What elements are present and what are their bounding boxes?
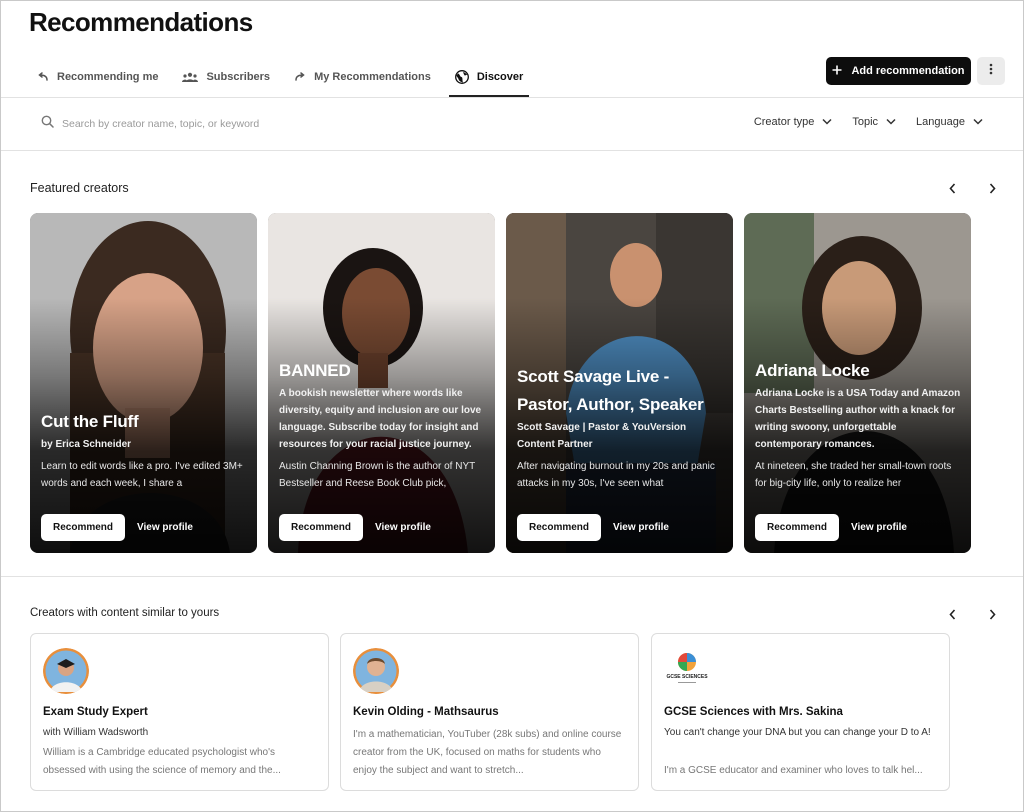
filter-label: Topic xyxy=(852,116,879,128)
add-recommendation-button[interactable]: Add recommendation xyxy=(826,57,971,85)
tab-label: Discover xyxy=(476,71,524,83)
featured-carousel-nav xyxy=(946,182,998,194)
gcse-logo: GCSE SCIENCES xyxy=(664,648,710,694)
recommend-button[interactable]: Recommend xyxy=(41,514,125,541)
view-profile-link[interactable]: View profile xyxy=(613,522,669,533)
filter-creator-type[interactable]: Creator type xyxy=(754,116,833,128)
creator-name: Kevin Olding - Mathsaurus xyxy=(353,706,499,718)
creator-name: BANNED xyxy=(279,361,351,380)
chevron-down-icon xyxy=(822,116,832,128)
featured-section-title: Featured creators xyxy=(30,181,129,195)
creator-card[interactable]: Exam Study Expert with William Wadsworth… xyxy=(30,633,329,791)
featured-card[interactable]: BANNED A bookish newsletter where words … xyxy=(268,213,495,553)
divider xyxy=(1,576,1023,577)
avatar xyxy=(353,648,399,694)
featured-card[interactable]: Cut the Fluff by Erica Schneider Learn t… xyxy=(30,213,257,553)
app-window: Recommendations Recommending me Subscrib… xyxy=(0,0,1024,812)
chevron-right-icon[interactable] xyxy=(986,608,998,620)
more-options-button[interactable] xyxy=(977,57,1005,85)
card-content: BANNED A bookish newsletter where words … xyxy=(279,357,485,492)
creator-description: Austin Channing Brown is the author of N… xyxy=(279,461,476,489)
tab-recommending-me[interactable]: Recommending me xyxy=(35,57,160,97)
view-profile-link[interactable]: View profile xyxy=(375,522,431,533)
creator-description: I'm a GCSE educator and examiner who lov… xyxy=(664,765,923,776)
creator-description: After navigating burnout in my 20s and p… xyxy=(517,461,715,489)
people-icon xyxy=(182,72,199,82)
creator-card[interactable]: Kevin Olding - Mathsaurus I'm a mathemat… xyxy=(340,633,639,791)
creator-subtitle: You can't change your DNA but you can ch… xyxy=(664,727,931,738)
creator-card[interactable]: GCSE SCIENCES GCSE Sciences with Mrs. Sa… xyxy=(651,633,950,791)
card-actions: Recommend View profile xyxy=(755,514,907,541)
chevron-down-icon xyxy=(973,116,983,128)
creator-name: GCSE Sciences with Mrs. Sakina xyxy=(664,706,843,718)
chevron-left-icon[interactable] xyxy=(946,182,958,194)
search-input[interactable] xyxy=(62,118,362,130)
creator-name: Cut the Fluff xyxy=(41,412,139,431)
creator-description: William is a Cambridge educated psycholo… xyxy=(43,747,281,776)
search-icon xyxy=(41,115,54,133)
view-profile-link[interactable]: View profile xyxy=(851,522,907,533)
recommend-button[interactable]: Recommend xyxy=(755,514,839,541)
creator-subtitle: by Erica Schneider xyxy=(41,439,132,450)
plus-icon xyxy=(832,65,842,78)
creator-subtitle: Adriana Locke is a USA Today and Amazon … xyxy=(755,388,961,450)
creator-description: I'm a mathematician, YouTuber (28k subs)… xyxy=(353,729,622,776)
card-actions: Recommend View profile xyxy=(41,514,193,541)
card-actions: Recommend View profile xyxy=(517,514,669,541)
tab-subscribers[interactable]: Subscribers xyxy=(180,57,272,97)
tab-label: Subscribers xyxy=(206,71,271,83)
divider xyxy=(1,150,1023,151)
arrow-forward-icon xyxy=(294,72,306,82)
card-overlay xyxy=(30,213,257,553)
search-bar xyxy=(41,115,362,133)
tab-my-recommendations[interactable]: My Recommendations xyxy=(292,57,433,97)
filter-label: Creator type xyxy=(753,116,815,128)
creator-subtitle: Scott Savage | Pastor & YouVersion Conte… xyxy=(517,422,687,450)
tab-discover[interactable]: Discover xyxy=(448,57,530,97)
filter-language[interactable]: Language xyxy=(916,116,983,128)
filter-bar: Creator type Topic Language xyxy=(754,116,983,128)
page-title: Recommendations xyxy=(29,7,253,37)
tab-bar: Recommending me Subscribers My Recommend… xyxy=(35,57,545,97)
card-actions: Recommend View profile xyxy=(279,514,431,541)
creator-description: Learn to edit words like a pro. I've edi… xyxy=(41,461,243,489)
avatar xyxy=(43,648,89,694)
card-content: Cut the Fluff by Erica Schneider Learn t… xyxy=(41,408,247,492)
chevron-down-icon xyxy=(886,116,896,128)
filter-topic[interactable]: Topic xyxy=(852,116,896,128)
creator-name: Exam Study Expert xyxy=(43,706,148,718)
filter-label: Language xyxy=(916,116,965,128)
arrow-return-icon xyxy=(37,72,49,82)
creator-subtitle: with William Wadsworth xyxy=(43,727,149,738)
featured-card[interactable]: Adriana Locke Adriana Locke is a USA Tod… xyxy=(744,213,971,553)
similar-section-title: Creators with content similar to yours xyxy=(30,607,220,619)
more-vertical-icon xyxy=(989,62,993,80)
creator-subtitle: A bookish newsletter where words like di… xyxy=(279,388,482,450)
creator-name: Scott Savage Live - Pastor, Author, Spea… xyxy=(517,367,704,414)
add-recommendation-label: Add recommendation xyxy=(851,65,965,77)
divider xyxy=(1,97,1023,98)
featured-card[interactable]: Scott Savage Live - Pastor, Author, Spea… xyxy=(506,213,733,553)
chevron-right-icon[interactable] xyxy=(986,182,998,194)
recommend-button[interactable]: Recommend xyxy=(279,514,363,541)
globe-icon xyxy=(454,70,469,84)
card-content: Scott Savage Live - Pastor, Author, Spea… xyxy=(517,363,723,492)
similar-carousel-nav xyxy=(946,608,998,620)
gcse-logo-text: GCSE SCIENCES xyxy=(666,674,708,680)
creator-description: At nineteen, she traded her small-town r… xyxy=(755,461,952,489)
tab-label: My Recommendations xyxy=(314,71,431,83)
view-profile-link[interactable]: View profile xyxy=(137,522,193,533)
recommend-button[interactable]: Recommend xyxy=(517,514,601,541)
tab-label: Recommending me xyxy=(57,71,159,83)
chevron-left-icon[interactable] xyxy=(946,608,958,620)
creator-name: Adriana Locke xyxy=(755,361,870,380)
card-content: Adriana Locke Adriana Locke is a USA Tod… xyxy=(755,357,961,492)
